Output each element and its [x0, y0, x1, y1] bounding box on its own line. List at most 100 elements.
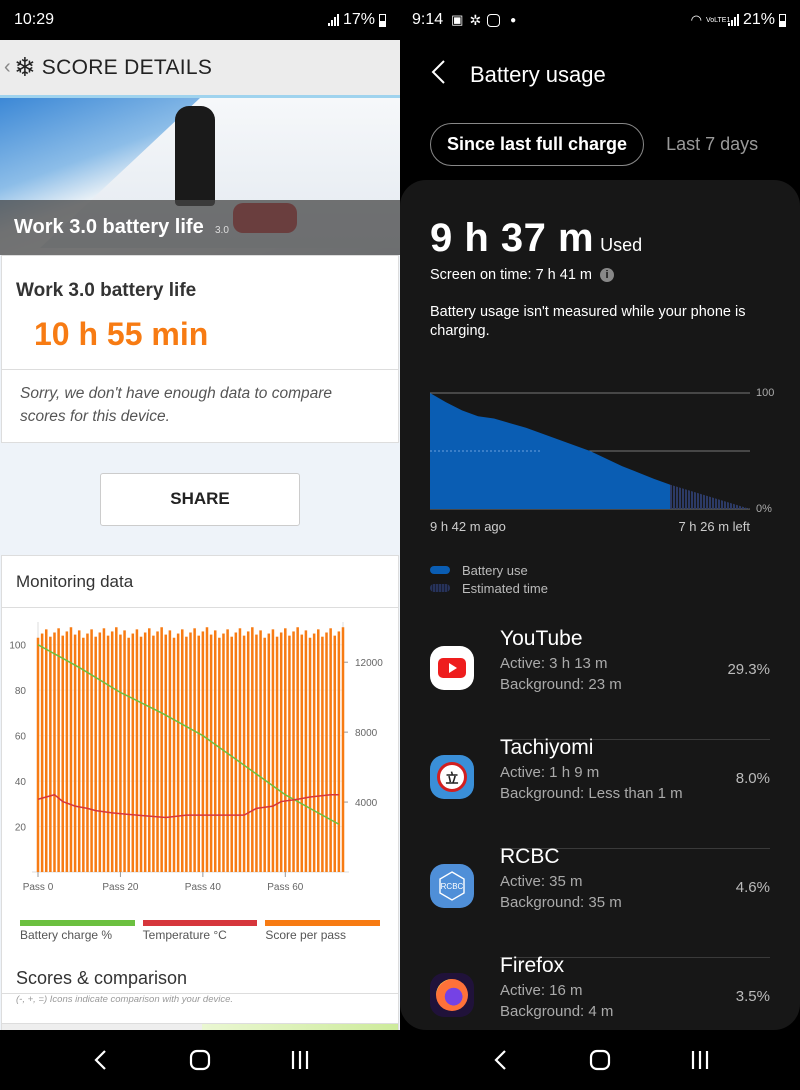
score-bar [98, 632, 102, 872]
score-bar [209, 634, 213, 872]
battery-percent: 21% [742, 11, 775, 28]
hero-image: Work 3.0 battery life 3.0 [0, 98, 400, 255]
legend-swatch [430, 566, 450, 574]
youtube-icon [430, 646, 474, 690]
score-bar [226, 629, 229, 872]
share-button[interactable]: SHARE [100, 472, 300, 526]
monitoring-chart-svg: 20 40 60 80 100 4000 8000 12000 Pass 0 Pass 20 Pas… [9, 622, 383, 893]
status-bar: 9:14 ▣ ✲ ● ◠ VoLTE1 21% [400, 0, 800, 40]
app-active: Active: 1 h 9 m [500, 764, 600, 781]
chart-legend: Battery charge % Temperature °C Score pe… [2, 920, 398, 942]
x-tick-label: Pass 20 [102, 882, 139, 893]
score-bar [189, 632, 192, 872]
back-icon[interactable] [85, 1045, 115, 1075]
recents-icon[interactable] [685, 1045, 715, 1075]
score-bar [168, 630, 172, 872]
score-bar [329, 628, 332, 872]
score-bar [259, 630, 262, 872]
app-item-youtube[interactable]: YouTube Active: 3 h 13 m Background: 23 … [430, 627, 770, 740]
score-bar [40, 633, 44, 872]
legend-temperature: Temperature °C [142, 920, 258, 942]
score-bar [317, 629, 320, 872]
battery-card: 9 h 37 m Used Screen on time: 7 h 41 m i… [400, 180, 800, 1030]
page-title: Battery usage [470, 62, 606, 87]
notification-dot-icon: ● [510, 14, 517, 26]
score-bar [152, 635, 155, 872]
usage-summary: 9 h 37 m Used [430, 180, 770, 261]
legend-swatch [430, 584, 450, 592]
tachiyomi-icon: 立 [430, 755, 474, 799]
score-bar [123, 630, 126, 872]
tab-last-7-days[interactable]: Last 7 days [666, 134, 758, 155]
nav-bar [0, 1030, 400, 1090]
used-value: 9 h 37 m [430, 216, 595, 260]
score-bar [73, 634, 77, 872]
app-active: Active: 35 m [500, 873, 583, 890]
score-bar [53, 632, 56, 872]
x-tick-label: Pass 40 [185, 882, 222, 893]
back-arrow-icon[interactable] [400, 59, 470, 92]
score-card: Work 3.0 battery life 10 h 55 min Sorry,… [1, 255, 399, 443]
score-bar [201, 631, 205, 872]
score-bar [139, 636, 143, 872]
score-value: 10 h 55 min [34, 316, 209, 352]
y-left-tick-label: 40 [15, 777, 27, 788]
tab-since-last-full-charge[interactable]: Since last full charge [430, 122, 645, 166]
hero-title: Work 3.0 battery life [14, 216, 204, 238]
used-label: Used [600, 235, 643, 255]
legend-label: Score per pass [265, 928, 347, 942]
score-bar [131, 633, 135, 872]
battery-chart-svg [430, 392, 750, 510]
score-bar [106, 635, 110, 872]
score-bar [197, 635, 201, 872]
score-bar [275, 636, 279, 872]
score-bar [222, 633, 225, 872]
legend-score: Score per pass [265, 920, 381, 942]
score-bar [164, 634, 168, 872]
score-bar [57, 628, 60, 872]
legend-label: Estimated time [462, 580, 548, 596]
app-percent: 4.6% [735, 879, 770, 896]
score-bar [110, 631, 114, 872]
score-bar [300, 634, 304, 872]
score-bar [49, 636, 52, 872]
app-name: Tachiyomi [500, 736, 594, 759]
score-bar [160, 627, 163, 872]
home-icon[interactable] [185, 1045, 215, 1075]
volte-label: VoLTE1 [705, 16, 731, 24]
score-bar [61, 635, 64, 872]
info-icon[interactable]: i [600, 268, 614, 282]
back-icon[interactable] [485, 1045, 515, 1075]
score-bar [44, 629, 48, 872]
score-bar [218, 637, 221, 872]
recents-icon[interactable] [285, 1045, 315, 1075]
app-item-tachiyomi[interactable]: 立 Tachiyomi Active: 1 h 9 m Background: … [430, 736, 770, 849]
skier-graphic [175, 106, 215, 206]
legend-label: Temperature °C [142, 928, 227, 942]
status-time: 9:14 [412, 11, 444, 28]
battery-chart-legend: Battery use Estimated time [430, 561, 770, 597]
score-bar [304, 630, 308, 872]
y-left-tick-label: 20 [15, 823, 27, 834]
chart-start-label: 9 h 42 m ago [430, 519, 506, 534]
signal-icon [327, 14, 339, 26]
chevron-left-icon[interactable]: ‹ [4, 56, 14, 79]
app-background: Background: Less than 1 m [500, 785, 683, 802]
legend-label: Battery use [462, 562, 528, 578]
snowflake-icon: ❄ [14, 52, 36, 82]
app-name: YouTube [500, 627, 583, 650]
score-bar [255, 634, 258, 872]
score-bar [279, 632, 283, 872]
score-bar [86, 633, 89, 872]
status-time: 10:29 [14, 11, 55, 28]
app-item-rcbc[interactable]: RCBC RCBC Active: 35 m Background: 35 m … [430, 845, 770, 958]
score-bar [94, 636, 97, 872]
home-icon[interactable] [585, 1045, 615, 1075]
score-bar [263, 637, 266, 872]
score-bar [284, 628, 287, 872]
charging-note: Battery usage isn't measured while your … [430, 304, 746, 339]
app-text: Tachiyomi Active: 1 h 9 m Background: Le… [500, 736, 770, 849]
legend-swatch [20, 920, 135, 926]
wifi-icon: ◠ [690, 12, 702, 27]
score-bar [230, 636, 233, 872]
